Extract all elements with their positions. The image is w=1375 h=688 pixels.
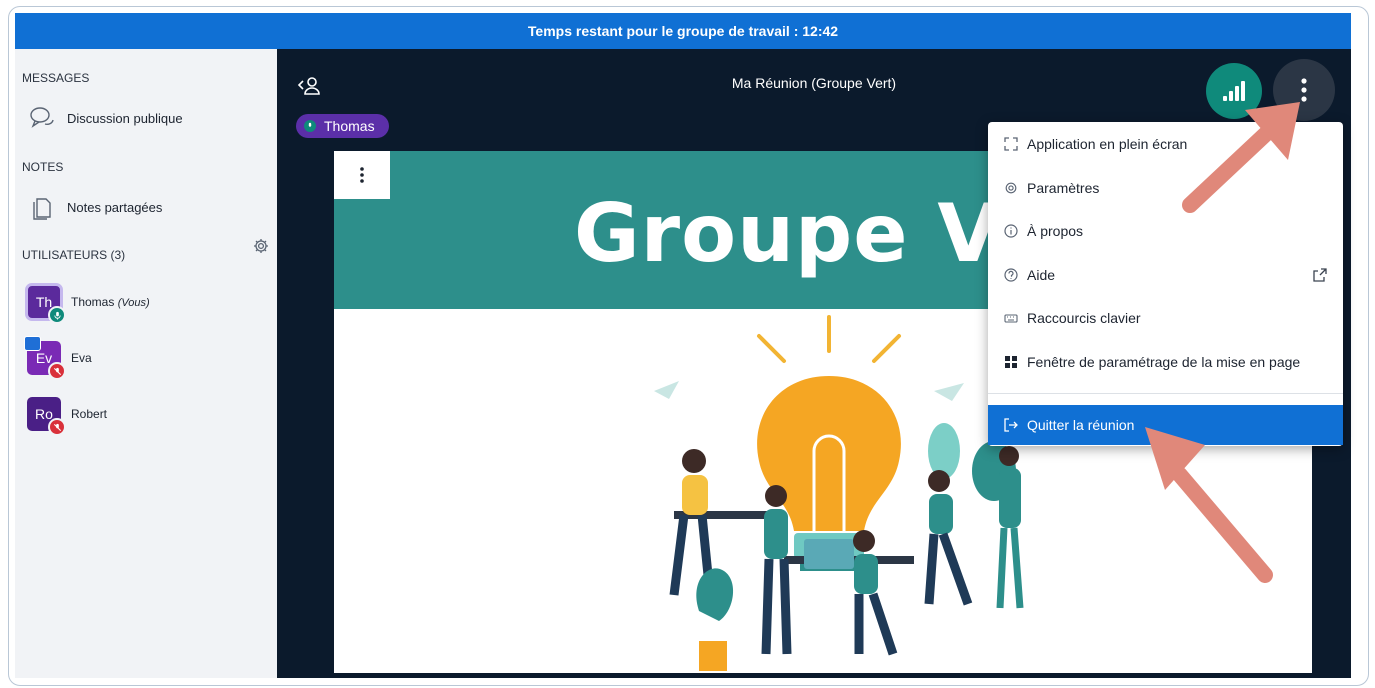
breakout-timer-banner: Temps restant pour le groupe de travail … bbox=[15, 13, 1351, 49]
fullscreen-icon bbox=[1004, 137, 1018, 151]
menu-item-label: Fenêtre de paramétrage de la mise en pag… bbox=[1027, 354, 1301, 370]
user-item-robert[interactable]: Ro Robert bbox=[27, 397, 108, 436]
menu-item-label: Aide bbox=[1027, 267, 1056, 283]
timer-text: Temps restant pour le groupe de travail … bbox=[527, 23, 839, 39]
microphone-icon bbox=[304, 120, 316, 132]
menu-item-label: À propos bbox=[1027, 223, 1084, 239]
talking-indicator[interactable]: Thomas bbox=[296, 114, 389, 138]
avatar: Ro bbox=[27, 397, 66, 436]
info-icon bbox=[1004, 224, 1018, 238]
muted-microphone-icon bbox=[48, 362, 66, 380]
menu-divider bbox=[988, 393, 1343, 394]
external-link-icon bbox=[1313, 268, 1327, 282]
notes-icon bbox=[33, 198, 51, 220]
notes-section-title: NOTES bbox=[22, 160, 64, 174]
microphone-icon bbox=[48, 306, 66, 324]
menu-item-settings[interactable]: Paramètres bbox=[988, 168, 1343, 208]
keyboard-icon bbox=[1004, 311, 1018, 325]
menu-item-label: Paramètres bbox=[1027, 180, 1100, 196]
user-item-thomas[interactable]: Th Thomas (Vous) bbox=[25, 283, 150, 324]
meeting-title: Ma Réunion (Groupe Vert) bbox=[731, 75, 897, 91]
layout-icon bbox=[1004, 355, 1018, 369]
menu-item-fullscreen[interactable]: Application en plein écran bbox=[988, 124, 1343, 164]
signal-bars-icon bbox=[1223, 81, 1245, 101]
options-dropdown-menu: Application en plein écran Paramètres À … bbox=[988, 122, 1343, 446]
sidebar: MESSAGES Discussion publique NOTES Notes… bbox=[15, 49, 277, 678]
menu-item-label: Quitter la réunion bbox=[1027, 417, 1135, 433]
shared-notes-item[interactable]: Notes partagées bbox=[29, 194, 162, 220]
muted-microphone-icon bbox=[48, 418, 66, 436]
chat-icon bbox=[30, 107, 54, 128]
user-name: Thomas (Vous) bbox=[71, 295, 150, 309]
logout-icon bbox=[1004, 418, 1018, 432]
options-button[interactable] bbox=[1273, 59, 1335, 121]
shared-notes-label: Notes partagées bbox=[67, 199, 163, 215]
slide-options-button[interactable] bbox=[334, 151, 390, 199]
help-icon bbox=[1004, 268, 1018, 282]
menu-item-label: Raccourcis clavier bbox=[1027, 310, 1141, 326]
connection-status-button[interactable] bbox=[1206, 63, 1262, 119]
gear-icon bbox=[1004, 181, 1018, 195]
avatar: Ev bbox=[24, 336, 66, 380]
teamwork-illustration bbox=[654, 315, 1024, 671]
more-vertical-icon bbox=[360, 167, 364, 183]
menu-item-help[interactable]: Aide bbox=[988, 255, 1343, 295]
messages-section-title: MESSAGES bbox=[22, 71, 90, 85]
presenter-icon bbox=[24, 336, 41, 351]
user-name: Robert bbox=[71, 407, 108, 421]
public-chat-label: Discussion publique bbox=[67, 110, 183, 126]
menu-item-layout-settings[interactable]: Fenêtre de paramétrage de la mise en pag… bbox=[988, 342, 1343, 382]
menu-item-leave-meeting[interactable]: Quitter la réunion bbox=[988, 405, 1343, 445]
users-section-title: UTILISATEURS (3) bbox=[22, 248, 126, 262]
talker-name: Thomas bbox=[324, 118, 375, 134]
menu-item-about[interactable]: À propos bbox=[988, 211, 1343, 251]
user-item-eva[interactable]: Ev Eva bbox=[24, 336, 92, 380]
public-chat-item[interactable]: Discussion publique bbox=[29, 105, 183, 131]
menu-item-keyboard-shortcuts[interactable]: Raccourcis clavier bbox=[988, 298, 1343, 338]
avatar: Th bbox=[25, 283, 66, 324]
users-settings-gear-icon[interactable] bbox=[253, 238, 269, 254]
user-name: Eva bbox=[71, 351, 92, 365]
more-vertical-icon bbox=[1301, 78, 1307, 102]
menu-item-label: Application en plein écran bbox=[1027, 136, 1188, 152]
